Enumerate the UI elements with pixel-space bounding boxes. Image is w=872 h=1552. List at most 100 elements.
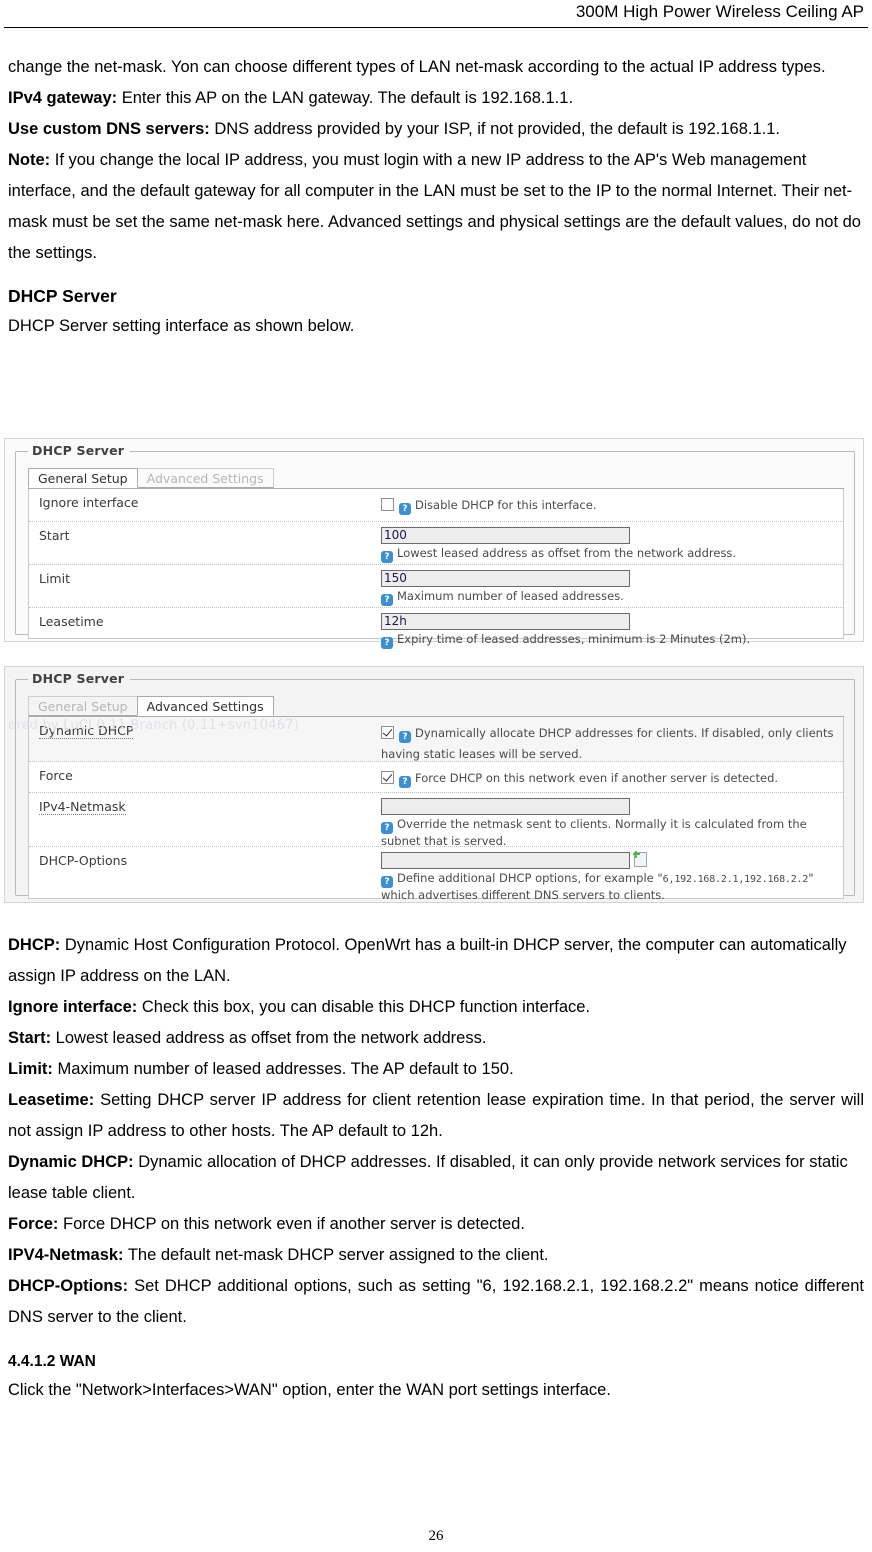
- hint-text: Maximum number of leased addresses.: [397, 589, 624, 603]
- definition-force: Force: Force DHCP on this network even i…: [8, 1209, 864, 1240]
- text-ignore-interface: Check this box, you can disable this DHC…: [137, 998, 591, 1016]
- row-body: ? Force DHCP on this network even if anot…: [381, 762, 843, 793]
- settings-table: Ignore interface ? Disable DHCP for this …: [28, 489, 844, 649]
- hint-leasetime: ? Expiry time of leased addresses, minimu…: [381, 632, 837, 649]
- term-force: Force:: [8, 1215, 59, 1233]
- row-label-ignore-interface: Ignore interface: [39, 495, 139, 510]
- help-icon[interactable]: ?: [399, 503, 411, 515]
- paragraph-continuation: change the net-mask. Yon can choose diff…: [8, 58, 826, 76]
- table-row: Limit 150 ? Maximum number of leased addr…: [29, 565, 843, 608]
- page-header: 300M High Power Wireless Ceiling AP: [0, 0, 872, 30]
- checkbox-ignore-interface[interactable]: [381, 498, 394, 511]
- hint-limit: ? Maximum number of leased addresses.: [381, 589, 837, 606]
- header-rule: [4, 27, 868, 28]
- table-row: Ignore interface ? Disable DHCP for this …: [29, 489, 843, 522]
- tab-advanced-settings[interactable]: Advanced Settings: [136, 468, 274, 488]
- checkbox-dynamic-dhcp[interactable]: [381, 726, 394, 739]
- definition-list: DHCP: Dynamic Host Configuration Protoco…: [8, 930, 864, 1406]
- text-custom-dns: DNS address provided by your ISP, if not…: [209, 120, 780, 138]
- dhcp-options-input[interactable]: [381, 852, 630, 869]
- row-label-force: Force: [39, 768, 73, 783]
- tab-bar: General Setup Advanced Settings: [28, 696, 844, 717]
- hint-text-example: 6,192.168.2.1,192.168.2.2: [662, 874, 809, 885]
- help-icon[interactable]: ?: [399, 731, 411, 743]
- help-icon[interactable]: ?: [381, 876, 393, 888]
- text-dhcp: Dynamic Host Configuration Protocol. Ope…: [8, 936, 847, 985]
- limit-input[interactable]: 150: [381, 570, 630, 587]
- start-input[interactable]: 100: [381, 527, 630, 544]
- text-ipv4-gateway: Enter this AP on the LAN gateway. The de…: [117, 89, 574, 107]
- leasetime-input[interactable]: 12h: [381, 613, 630, 630]
- text-start: Lowest leased address as offset from the…: [51, 1029, 487, 1047]
- text-leasetime: Setting DHCP server IP address for clien…: [8, 1091, 864, 1140]
- row-body: 100 ? Lowest leased address as offset fro…: [381, 522, 843, 568]
- fieldset-legend: DHCP Server: [28, 443, 131, 458]
- definition-leasetime: Leasetime: Setting DHCP server IP addres…: [8, 1085, 864, 1147]
- hint-dhcp-options: ? Define additional DHCP options, for exa…: [381, 871, 837, 903]
- row-body: ? Define additional DHCP options, for exa…: [381, 847, 843, 908]
- help-icon[interactable]: ?: [399, 776, 411, 788]
- term-dynamic-dhcp: Dynamic DHCP:: [8, 1153, 134, 1171]
- help-icon[interactable]: ?: [381, 594, 393, 606]
- table-row: Force ? Force DHCP on this network even i…: [29, 762, 843, 793]
- row-body: 12h ? Expiry time of leased addresses, mi…: [381, 608, 843, 654]
- table-row: Start 100 ? Lowest leased address as offs…: [29, 522, 843, 565]
- checkbox-force[interactable]: [381, 771, 394, 784]
- screenshot-dhcp-advanced-settings: DHCP Server General Setup Advanced Settin…: [0, 660, 866, 905]
- term-limit: Limit:: [8, 1060, 53, 1078]
- text-ipv4-netmask: The default net-mask DHCP server assigne…: [123, 1246, 549, 1264]
- term-ignore-interface: Ignore interface:: [8, 998, 138, 1016]
- row-label-text: Dynamic DHCP: [39, 723, 134, 739]
- definition-dynamic-dhcp: Dynamic DHCP: Dynamic allocation of DHCP…: [8, 1147, 864, 1209]
- luci-panel-outer: DHCP Server General Setup Advanced Settin…: [4, 666, 864, 903]
- hint-ipv4-netmask: ? Override the netmask sent to clients. N…: [381, 817, 837, 849]
- table-row: Leasetime 12h ? Expiry time of leased add…: [29, 608, 843, 651]
- help-icon[interactable]: ?: [381, 637, 393, 649]
- dhcp-server-fieldset: DHCP Server General Setup Advanced Settin…: [15, 443, 855, 649]
- hint-start: ? Lowest leased address as offset from th…: [381, 546, 837, 563]
- term-custom-dns: Use custom DNS servers:: [8, 120, 210, 138]
- tab-general-setup[interactable]: General Setup: [28, 696, 138, 716]
- row-label-dynamic-dhcp: Dynamic DHCP: [39, 723, 134, 739]
- tab-general-setup[interactable]: General Setup: [28, 468, 138, 488]
- document-body: change the net-mask. Yon can choose diff…: [8, 52, 864, 342]
- table-row: IPv4-Netmask ? Override the netmask sent …: [29, 793, 843, 848]
- hint-text-pre: Define additional DHCP options, for exam…: [397, 871, 663, 885]
- help-icon[interactable]: ?: [381, 551, 393, 563]
- text-note: If you change the local IP address, you …: [8, 151, 861, 262]
- header-title: 300M High Power Wireless Ceiling AP: [575, 2, 864, 21]
- definition-dhcp-options: DHCP-Options: Set DHCP additional option…: [8, 1271, 864, 1333]
- hint-ignore-interface: Disable DHCP for this interface.: [415, 498, 597, 512]
- table-row: DHCP-Options ? Define additional DHCP opt…: [29, 847, 843, 902]
- luci-panel-outer: DHCP Server General Setup Advanced Settin…: [4, 438, 864, 649]
- term-start: Start:: [8, 1029, 52, 1047]
- tab-advanced-settings[interactable]: Advanced Settings: [136, 696, 274, 716]
- paragraph-ipv4-gateway: IPv4 gateway: Enter this AP on the LAN g…: [8, 83, 864, 114]
- tab-bar: General Setup Advanced Settings: [28, 468, 844, 489]
- text-dynamic-dhcp: Dynamic allocation of DHCP addresses. If…: [8, 1153, 848, 1202]
- row-body: ? Override the netmask sent to clients. N…: [381, 793, 843, 854]
- ipv4-netmask-input[interactable]: [381, 798, 630, 815]
- definition-dhcp: DHCP: Dynamic Host Configuration Protoco…: [8, 930, 864, 992]
- text-limit: Maximum number of leased addresses. The …: [52, 1060, 514, 1078]
- wan-section-heading: 4.4.1.2 WAN: [8, 1353, 96, 1370]
- term-dhcp-options: DHCP-Options:: [8, 1277, 129, 1295]
- row-body: ? Dynamically allocate DHCP addresses for…: [381, 717, 843, 767]
- add-icon[interactable]: [633, 851, 647, 867]
- term-note: Note:: [8, 151, 51, 169]
- row-label-start: Start: [39, 528, 70, 543]
- settings-table: Dynamic DHCP ? Dynamically allocate DHCP …: [28, 717, 844, 902]
- paragraph-note: Note: If you change the local IP address…: [8, 145, 864, 269]
- hint-text: Override the netmask sent to clients. No…: [381, 817, 807, 848]
- hint-text: Expiry time of leased addresses, minimum…: [397, 632, 751, 646]
- term-dhcp: DHCP:: [8, 936, 61, 954]
- term-leasetime: Leasetime:: [8, 1091, 95, 1109]
- table-row: Dynamic DHCP ? Dynamically allocate DHCP …: [29, 717, 843, 762]
- row-label-leasetime: Leasetime: [39, 614, 104, 629]
- row-body: ? Disable DHCP for this interface.: [381, 489, 843, 520]
- definition-ignore-interface: Ignore interface: Check this box, you ca…: [8, 992, 864, 1023]
- row-label-dhcp-options: DHCP-Options: [39, 853, 128, 868]
- definition-limit: Limit: Maximum number of leased addresse…: [8, 1054, 864, 1085]
- help-icon[interactable]: ?: [381, 822, 393, 834]
- fieldset-legend: DHCP Server: [28, 671, 131, 686]
